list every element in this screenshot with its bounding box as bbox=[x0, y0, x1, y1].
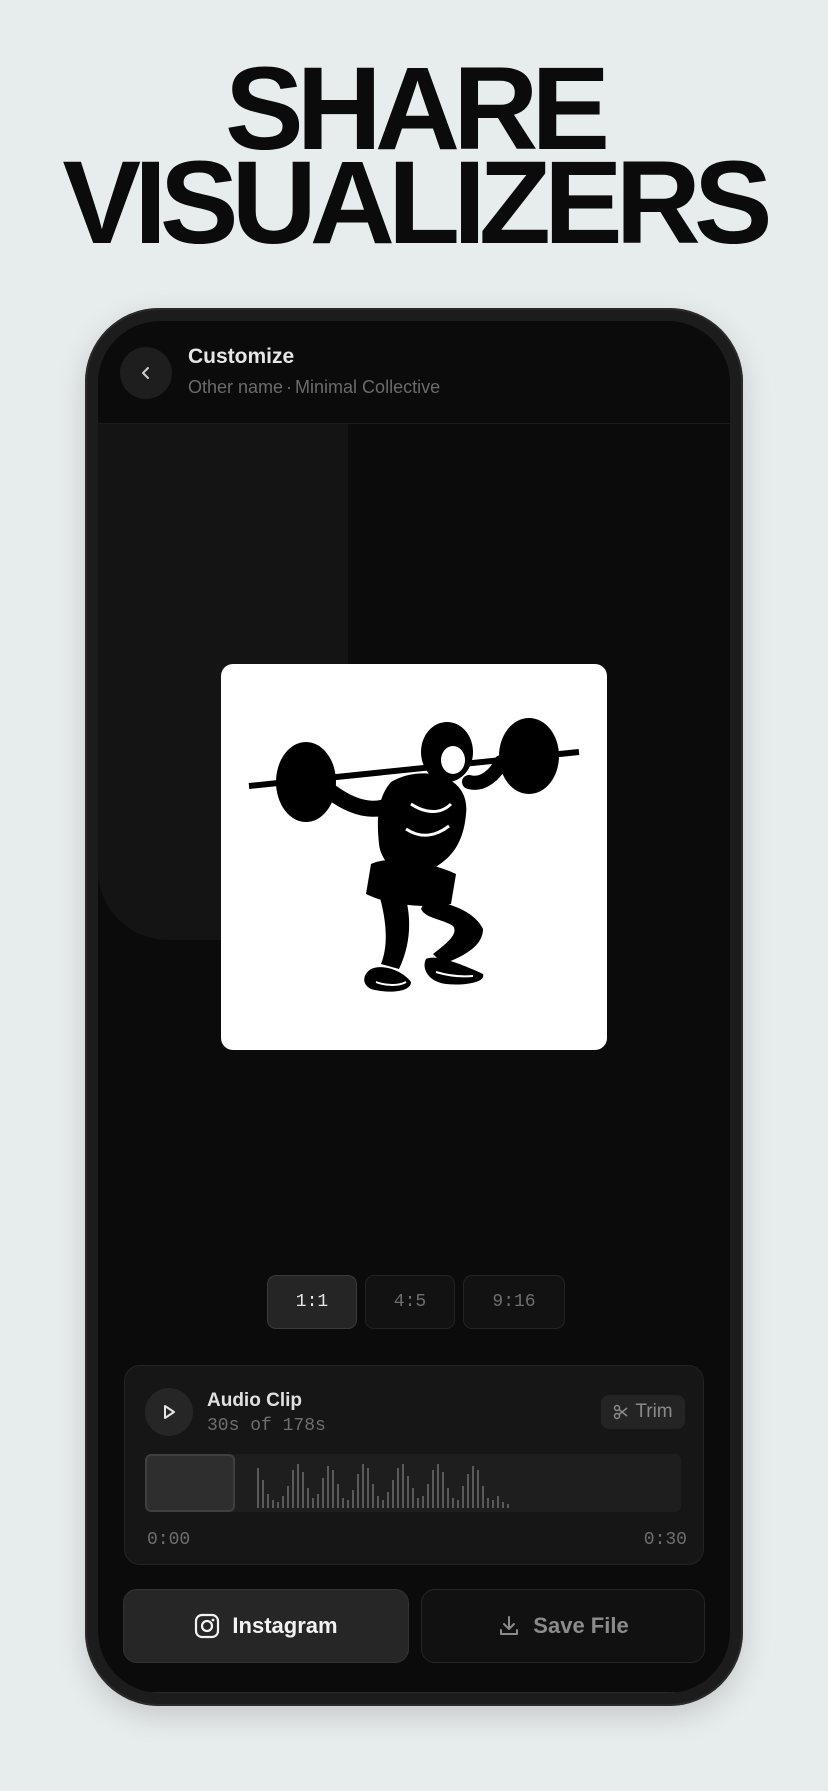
instagram-label: Instagram bbox=[232, 1613, 338, 1638]
visualizer-preview bbox=[98, 424, 730, 1256]
waveform-bar bbox=[422, 1496, 424, 1508]
headline: SHARE VISUALIZERS bbox=[0, 50, 828, 269]
play-button[interactable] bbox=[145, 1388, 193, 1436]
waveform-bar bbox=[482, 1486, 484, 1508]
scissors-icon bbox=[614, 1404, 628, 1420]
waveform-bar bbox=[337, 1484, 339, 1508]
waveform-bar bbox=[352, 1490, 354, 1508]
page-title: Customize bbox=[188, 345, 295, 368]
waveform-bar bbox=[412, 1488, 414, 1508]
weightlifter-illustration bbox=[248, 718, 580, 992]
waveform-bar bbox=[452, 1498, 454, 1508]
waveform-bar bbox=[382, 1500, 384, 1508]
clip-selection-handle[interactable] bbox=[145, 1454, 235, 1512]
waveform-bar bbox=[307, 1488, 309, 1508]
save-file-label: Save File bbox=[533, 1613, 629, 1638]
waveform-bar bbox=[262, 1480, 264, 1508]
clip-start-time: 0:00 bbox=[147, 1530, 191, 1550]
download-icon bbox=[500, 1616, 519, 1635]
waveform-bar bbox=[462, 1486, 464, 1508]
top-bar: Customize Other name · Minimal Collective bbox=[98, 321, 730, 424]
waveform-bar bbox=[442, 1472, 444, 1508]
page-subtitle: Other name · Minimal Collective bbox=[188, 377, 440, 398]
waveform-bar bbox=[377, 1496, 379, 1508]
waveform-bar bbox=[417, 1498, 419, 1508]
phone-frame: Customize Other name · Minimal Collective bbox=[85, 308, 743, 1706]
ratio-option-4-5[interactable]: 4:5 bbox=[365, 1275, 455, 1329]
waveform-timeline[interactable] bbox=[145, 1454, 681, 1512]
waveform-bar bbox=[397, 1468, 399, 1508]
audio-clip-title: Audio Clip bbox=[207, 1390, 302, 1411]
waveform-bar bbox=[402, 1464, 404, 1508]
clip-end-time: 0:30 bbox=[643, 1530, 687, 1550]
waveform-bar bbox=[312, 1498, 314, 1508]
waveform-bar bbox=[297, 1464, 299, 1508]
waveform-bar bbox=[327, 1466, 329, 1508]
waveform-bar bbox=[277, 1502, 279, 1508]
waveform-bar bbox=[387, 1492, 389, 1508]
waveform-bar bbox=[492, 1500, 494, 1508]
play-icon bbox=[164, 1405, 175, 1419]
ratio-option-9-16[interactable]: 9:16 bbox=[463, 1275, 565, 1329]
waveform-bar bbox=[427, 1484, 429, 1508]
waveform-bar bbox=[372, 1484, 374, 1508]
instagram-share-button[interactable]: Instagram bbox=[123, 1589, 409, 1663]
aspect-ratio-selector: 1:1 4:5 9:16 bbox=[98, 1275, 730, 1329]
audio-clip-duration: 30s of 178s bbox=[207, 1416, 326, 1436]
waveform-bar bbox=[287, 1486, 289, 1508]
waveform-bar bbox=[392, 1480, 394, 1508]
waveform-bar bbox=[407, 1476, 409, 1508]
instagram-icon bbox=[195, 1613, 220, 1639]
waveform-bar bbox=[432, 1470, 434, 1508]
waveform-bar bbox=[257, 1468, 259, 1508]
subtitle-collective: Minimal Collective bbox=[295, 377, 441, 397]
waveform-bar bbox=[322, 1478, 324, 1508]
waveform-bar bbox=[342, 1498, 344, 1508]
chevron-left-icon bbox=[142, 367, 149, 379]
subtitle-separator: · bbox=[286, 377, 293, 397]
save-file-button[interactable]: Save File bbox=[421, 1589, 705, 1663]
waveform-bar bbox=[447, 1488, 449, 1508]
waveform-bar bbox=[472, 1466, 474, 1508]
waveform-bar bbox=[467, 1474, 469, 1508]
cover-artwork bbox=[221, 664, 607, 1050]
headline-line-2: VISUALIZERS bbox=[62, 137, 772, 269]
waveform-bar bbox=[457, 1500, 459, 1508]
waveform-bar bbox=[367, 1468, 369, 1508]
trim-button[interactable]: Trim bbox=[601, 1395, 685, 1429]
bottom-divider bbox=[152, 1692, 676, 1693]
back-button[interactable] bbox=[120, 347, 172, 399]
waveform-bar bbox=[317, 1494, 319, 1508]
waveform-bar bbox=[502, 1502, 504, 1508]
waveform-bar bbox=[477, 1470, 479, 1508]
waveform-bar bbox=[332, 1470, 334, 1508]
waveform-bar bbox=[302, 1472, 304, 1508]
waveform-bar bbox=[267, 1494, 269, 1508]
waveform-bar bbox=[362, 1464, 364, 1508]
waveform-bar bbox=[437, 1464, 439, 1508]
audio-clip-card: Audio Clip 30s of 178s Trim 0:00 0:30 bbox=[124, 1365, 704, 1565]
waveform-bar bbox=[272, 1500, 274, 1508]
waveform-bar bbox=[282, 1496, 284, 1508]
waveform-bar bbox=[487, 1498, 489, 1508]
waveform-bar bbox=[347, 1500, 349, 1508]
waveform-bar bbox=[507, 1504, 509, 1508]
waveform-bar bbox=[292, 1470, 294, 1508]
waveform-bar bbox=[497, 1496, 499, 1508]
phone-screen: Customize Other name · Minimal Collective bbox=[98, 321, 730, 1693]
ratio-option-1-1[interactable]: 1:1 bbox=[267, 1275, 357, 1329]
subtitle-name: Other name bbox=[188, 377, 284, 397]
waveform-bar bbox=[357, 1474, 359, 1508]
trim-label: Trim bbox=[635, 1401, 673, 1422]
